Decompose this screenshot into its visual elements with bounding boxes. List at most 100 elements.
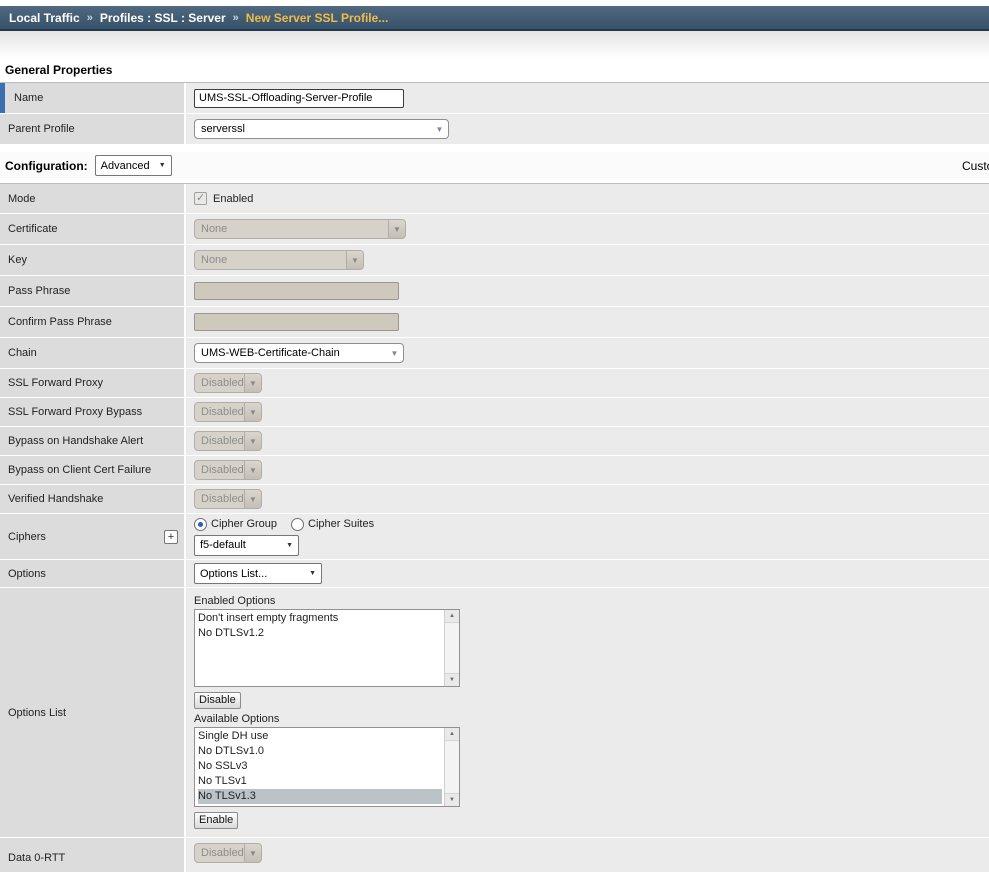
name-value-cell bbox=[186, 83, 989, 114]
options-list-label: Options List bbox=[8, 707, 66, 719]
confirm-pass-phrase-label-cell: Confirm Pass Phrase bbox=[0, 307, 186, 338]
pass-phrase-label: Pass Phrase bbox=[8, 285, 70, 297]
required-indicator bbox=[0, 83, 5, 113]
row-options-list: Options List Enabled Options Don't inser… bbox=[0, 588, 989, 838]
custom-column-label: Custom bbox=[962, 159, 989, 173]
confirm-pass-phrase-label: Confirm Pass Phrase bbox=[8, 316, 112, 328]
list-option[interactable]: No DTLSv1.2 bbox=[198, 626, 442, 641]
key-selected-value: None bbox=[201, 254, 227, 266]
breadcrumb-current-page: New Server SSL Profile... bbox=[246, 11, 389, 25]
row-verified-handshake: Verified Handshake Disabled bbox=[0, 485, 989, 514]
row-data-0rtt: Data 0-RTT Disabled bbox=[0, 838, 989, 872]
chevron-down-icon bbox=[244, 461, 261, 479]
ciphers-label: Ciphers bbox=[8, 531, 46, 543]
scroll-down-icon[interactable] bbox=[445, 793, 459, 806]
radio-unselected-icon bbox=[291, 518, 304, 531]
row-pass-phrase: Pass Phrase bbox=[0, 276, 989, 307]
name-label: Name bbox=[14, 92, 43, 104]
bypass-on-client-cert-failure-label: Bypass on Client Cert Failure bbox=[8, 464, 151, 476]
breadcrumb-separator: » bbox=[233, 12, 239, 24]
ssl-forward-proxy-label-cell: SSL Forward Proxy bbox=[0, 369, 186, 398]
breadcrumb: Local Traffic » Profiles : SSL : Server … bbox=[0, 6, 989, 31]
ssl-forward-proxy-bypass-label: SSL Forward Proxy Bypass bbox=[8, 406, 142, 418]
verified-handshake-selected-value: Disabled bbox=[201, 493, 244, 505]
scrollbar[interactable] bbox=[444, 610, 459, 686]
cipher-group-selected-value: f5-default bbox=[200, 539, 246, 551]
cipher-group-select[interactable]: f5-default bbox=[194, 535, 299, 556]
ssl-forward-proxy-bypass-value-cell: Disabled bbox=[186, 398, 989, 427]
configuration-level-value: Advanced bbox=[101, 160, 150, 172]
ssl-forward-proxy-label: SSL Forward Proxy bbox=[8, 377, 103, 389]
parent-profile-selected-value: serverssl bbox=[201, 123, 245, 135]
certificate-label-cell: Certificate bbox=[0, 214, 186, 245]
enable-button[interactable]: Enable bbox=[194, 812, 238, 829]
verified-handshake-label: Verified Handshake bbox=[8, 493, 103, 505]
list-option[interactable]: No SSLv3 bbox=[198, 759, 442, 774]
cipher-suites-radio-label: Cipher Suites bbox=[308, 518, 374, 530]
list-option[interactable]: Single DH use bbox=[198, 729, 442, 744]
configuration-level-select[interactable]: Advanced bbox=[95, 155, 172, 176]
mode-value-cell: Enabled bbox=[186, 184, 989, 214]
key-label-cell: Key bbox=[0, 245, 186, 276]
breadcrumb-local-traffic[interactable]: Local Traffic bbox=[9, 11, 80, 25]
ssl-forward-proxy-bypass-selected-value: Disabled bbox=[201, 406, 244, 418]
configuration-table: Mode Enabled Certificate None Key bbox=[0, 183, 989, 872]
bypass-on-handshake-alert-value-cell: Disabled bbox=[186, 427, 989, 456]
data-0rtt-label-cell: Data 0-RTT bbox=[0, 838, 186, 872]
chevron-down-icon bbox=[431, 120, 448, 138]
breadcrumb-separator: » bbox=[87, 12, 93, 24]
cipher-suites-radio[interactable]: Cipher Suites bbox=[291, 518, 374, 531]
ciphers-label-cell: Ciphers + bbox=[0, 514, 186, 560]
row-parent-profile: Parent Profile serverssl bbox=[0, 114, 989, 145]
cipher-group-radio[interactable]: Cipher Group bbox=[194, 518, 277, 531]
chain-label-cell: Chain bbox=[0, 338, 186, 369]
list-option[interactable]: No DTLSv1.0 bbox=[198, 744, 442, 759]
data-0rtt-select-disabled: Disabled bbox=[194, 843, 262, 863]
options-list-value-cell: Enabled Options Don't insert empty fragm… bbox=[186, 588, 989, 838]
row-confirm-pass-phrase: Confirm Pass Phrase bbox=[0, 307, 989, 338]
list-option[interactable]: No TLSv1 bbox=[198, 774, 442, 789]
row-name: Name bbox=[0, 83, 989, 114]
scroll-up-icon[interactable] bbox=[445, 728, 459, 741]
mode-label-cell: Mode bbox=[0, 184, 186, 214]
parent-profile-label-cell: Parent Profile bbox=[0, 114, 186, 145]
scrollbar[interactable] bbox=[444, 728, 459, 806]
breadcrumb-profiles-ssl-server[interactable]: Profiles : SSL : Server bbox=[100, 11, 226, 25]
parent-profile-select[interactable]: serverssl bbox=[194, 119, 449, 139]
chevron-down-icon bbox=[244, 432, 261, 450]
configuration-label: Configuration: bbox=[5, 159, 88, 173]
chain-select[interactable]: UMS-WEB-Certificate-Chain bbox=[194, 343, 404, 363]
data-0rtt-label: Data 0-RTT bbox=[8, 852, 65, 864]
ssl-forward-proxy-selected-value: Disabled bbox=[201, 377, 244, 389]
configuration-header: Configuration: Advanced Custom bbox=[0, 152, 989, 179]
list-option[interactable]: Don't insert empty fragments bbox=[198, 611, 442, 626]
chevron-down-icon bbox=[244, 490, 261, 508]
certificate-select-disabled: None bbox=[194, 219, 406, 239]
chevron-down-icon bbox=[244, 374, 261, 392]
row-ssl-forward-proxy-bypass: SSL Forward Proxy Bypass Disabled bbox=[0, 398, 989, 427]
confirm-pass-phrase-input bbox=[194, 313, 399, 331]
row-bypass-on-client-cert-failure: Bypass on Client Cert Failure Disabled bbox=[0, 456, 989, 485]
available-options-title: Available Options bbox=[194, 713, 279, 725]
server-ssl-profile-page: Local Traffic » Profiles : SSL : Server … bbox=[0, 0, 989, 872]
ssl-forward-proxy-bypass-select-disabled: Disabled bbox=[194, 402, 262, 422]
chevron-down-icon bbox=[386, 344, 403, 362]
general-properties-table: Name Parent Profile serverssl bbox=[0, 82, 989, 145]
disable-button[interactable]: Disable bbox=[194, 692, 241, 709]
bypass-on-handshake-alert-selected-value: Disabled bbox=[201, 435, 244, 447]
mode-checkbox-label: Enabled bbox=[213, 193, 253, 205]
enabled-options-listbox[interactable]: Don't insert empty fragmentsNo DTLSv1.2 bbox=[194, 609, 460, 687]
enabled-options-title: Enabled Options bbox=[194, 595, 275, 607]
scroll-up-icon[interactable] bbox=[445, 610, 459, 623]
bypass-on-handshake-alert-select-disabled: Disabled bbox=[194, 431, 262, 451]
ciphers-expand-button[interactable]: + bbox=[164, 530, 178, 544]
section-gap bbox=[0, 145, 989, 152]
scroll-down-icon[interactable] bbox=[445, 673, 459, 686]
list-option[interactable]: No TLSv1.3 bbox=[198, 789, 442, 804]
options-select[interactable]: Options List... bbox=[194, 563, 322, 584]
name-input[interactable] bbox=[194, 89, 404, 108]
available-options-listbox[interactable]: Single DH useNo DTLSv1.0No SSLv3No TLSv1… bbox=[194, 727, 460, 807]
pass-phrase-label-cell: Pass Phrase bbox=[0, 276, 186, 307]
ssl-forward-proxy-value-cell: Disabled bbox=[186, 369, 989, 398]
options-list-label-cell: Options List bbox=[0, 588, 186, 838]
